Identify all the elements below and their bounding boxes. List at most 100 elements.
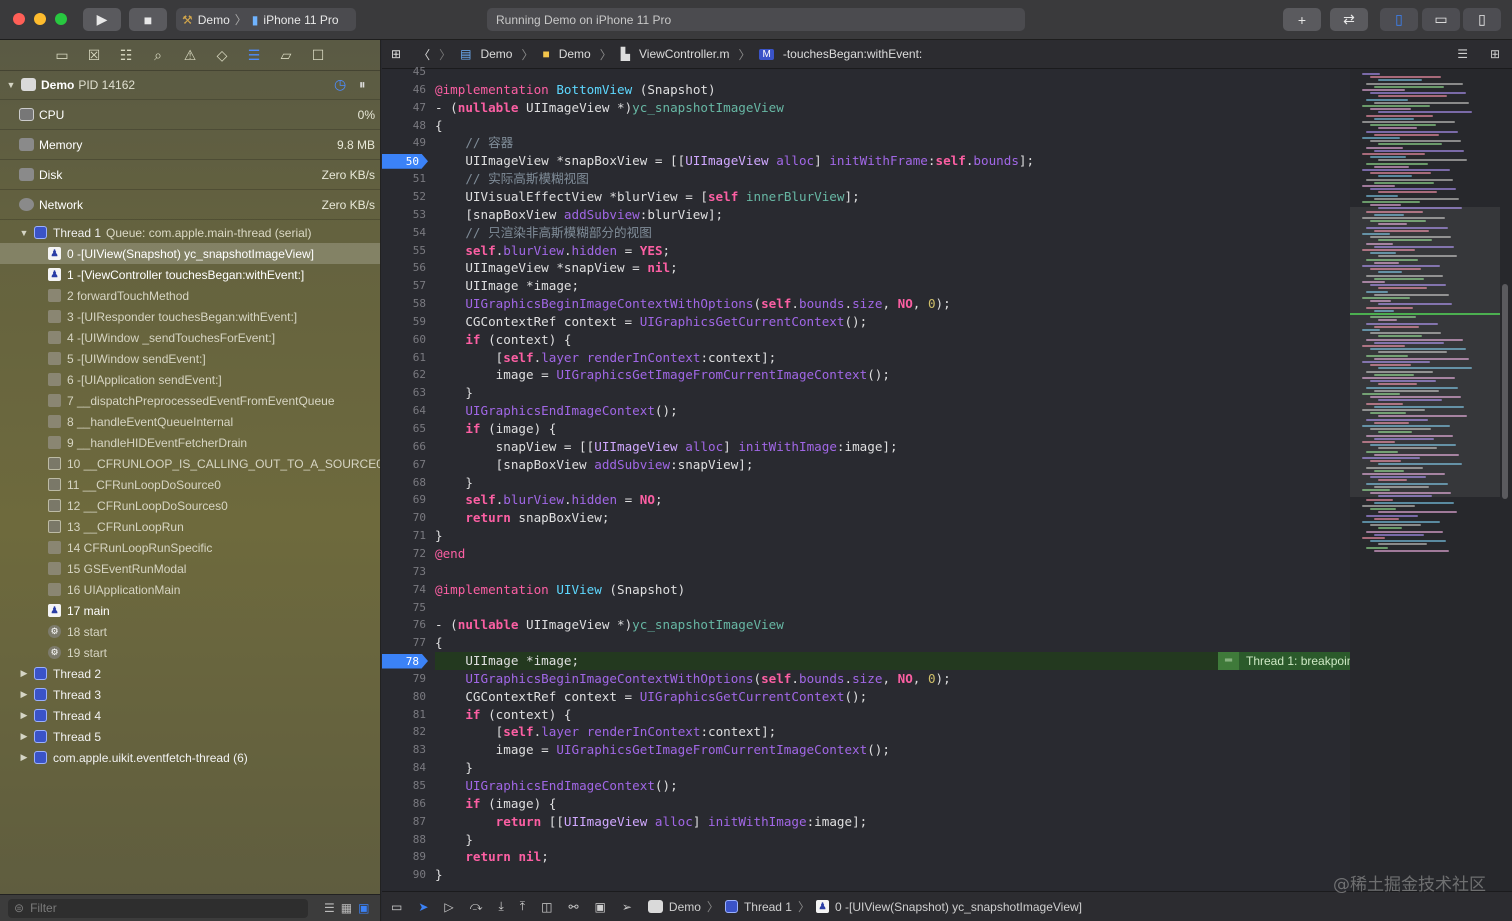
test-diamond-icon[interactable]: ◇ <box>214 47 231 64</box>
stack-frame-row[interactable]: 2 forwardTouchMethod <box>0 285 380 306</box>
memory-graph-icon[interactable]: ⚯ <box>568 900 578 914</box>
disclosure-down-icon[interactable]: ▼ <box>6 80 16 90</box>
code-line[interactable]: } <box>435 759 473 777</box>
code-line[interactable]: UIGraphicsEndImageContext(); <box>435 402 677 420</box>
scheme-device-label[interactable]: iPhone 11 Pro <box>263 13 338 27</box>
thread-row[interactable]: ▶ Thread 2 <box>0 663 380 684</box>
symbol-navigator-icon[interactable]: ☷ <box>118 47 135 64</box>
code-line[interactable]: UIImage *image; <box>435 652 579 670</box>
continue-icon[interactable]: ▷ <box>444 900 453 914</box>
stack-frame-row[interactable]: 10 __CFRUNLOOP_IS_CALLING_OUT_TO_A_SOURC… <box>0 453 380 474</box>
environment-overrides-icon[interactable]: ▣ <box>595 900 606 914</box>
stack-frame-row[interactable]: 4 -[UIWindow _sendTouchesForEvent:] <box>0 327 380 348</box>
disk-gauge-row[interactable]: Disk Zero KB/s <box>0 160 380 190</box>
memory-gauge-row[interactable]: Memory 9.8 MB <box>0 130 380 160</box>
step-out-icon[interactable]: ⤒ <box>520 899 525 914</box>
zoom-window-button[interactable] <box>55 13 67 25</box>
folder-icon[interactable]: ▭ <box>54 47 71 64</box>
breakpoint-navigator-icon[interactable]: ▱ <box>278 47 295 64</box>
source-control-icon[interactable]: ☒ <box>86 47 103 64</box>
debug-crumb-thread[interactable]: Thread 1 <box>744 900 792 914</box>
disclosure-right-icon[interactable]: ▶ <box>19 752 29 763</box>
report-navigator-icon[interactable]: ☐ <box>310 47 327 64</box>
list-options-icon[interactable]: ☰ <box>324 901 335 915</box>
stack-frame-row[interactable]: 11 __CFRunLoopDoSource0 <box>0 474 380 495</box>
code-area[interactable]: @implementation BottomView (Snapshot) - (… <box>435 69 1350 891</box>
code-line[interactable]: - (nullable UIImageView *)yc_snapshotIma… <box>435 616 784 634</box>
stack-frame-row[interactable]: ♟ 0 -[UIView(Snapshot) yc_snapshotImageVi… <box>0 243 380 264</box>
breakpoints-active-icon[interactable]: ➤ <box>418 900 428 914</box>
grid-options-icon[interactable]: ▦ <box>341 901 352 915</box>
vertical-scrollbar[interactable] <box>1502 284 1508 499</box>
code-line[interactable]: // 容器 <box>435 134 513 152</box>
thread-row[interactable]: ▶ Thread 3 <box>0 684 380 705</box>
forward-arrow-icon[interactable]: 〉 <box>439 46 451 63</box>
hide-debug-area-icon[interactable]: ▭ <box>391 900 402 914</box>
disclosure-right-icon[interactable]: ▶ <box>19 710 29 721</box>
code-line[interactable]: image = UIGraphicsGetImageFromCurrentIma… <box>435 366 890 384</box>
stop-button[interactable]: ■ <box>129 8 167 31</box>
focus-options-icon[interactable]: ▣ <box>358 901 369 915</box>
stack-frame-row[interactable]: ⚙ 19 start <box>0 642 380 663</box>
code-line[interactable]: UIImage *image; <box>435 277 579 295</box>
thread-1-row[interactable]: ▼ Thread 1 Queue: com.apple.main-thread … <box>0 222 380 243</box>
code-line[interactable]: [self.layer renderInContext:context]; <box>435 723 777 741</box>
code-line[interactable]: if (context) { <box>435 706 571 724</box>
disclosure-right-icon[interactable]: ▶ <box>19 731 29 742</box>
disclosure-right-icon[interactable]: ▶ <box>19 689 29 700</box>
breakpoint-marker[interactable]: 50 <box>382 153 428 169</box>
compass-icon[interactable]: ◷ <box>334 76 346 93</box>
code-line[interactable]: } <box>435 474 473 492</box>
stack-frame-row[interactable]: 15 GSEventRunModal <box>0 558 380 579</box>
code-line[interactable]: } <box>435 527 443 545</box>
code-line[interactable]: snapView = [[UIImageView alloc] initWith… <box>435 438 898 456</box>
code-line[interactable]: // 只渲染非高斯模糊部分的视图 <box>435 224 651 242</box>
stack-frame-row[interactable]: 8 __handleEventQueueInternal <box>0 411 380 432</box>
stack-frame-row[interactable]: 6 -[UIApplication sendEvent:] <box>0 369 380 390</box>
process-row[interactable]: ▼ Demo PID 14162 ◷ ⏸ <box>0 70 380 100</box>
code-line[interactable]: } <box>435 831 473 849</box>
stack-frame-row[interactable]: ♟ 17 main <box>0 600 380 621</box>
minimap[interactable] <box>1350 69 1512 891</box>
debug-navigator-icon[interactable]: ☰ <box>246 47 263 64</box>
code-line[interactable]: // 实际高斯模糊视图 <box>435 170 589 188</box>
thread-row[interactable]: ▶ Thread 4 <box>0 705 380 726</box>
code-line[interactable]: UIGraphicsBeginImageContextWithOptions(s… <box>435 670 950 688</box>
back-arrow-icon[interactable]: 〈 <box>418 46 430 63</box>
code-line[interactable]: if (image) { <box>435 420 556 438</box>
toggle-inspector-button[interactable]: ▯ <box>1463 8 1501 31</box>
breakpoint-annotation[interactable]: ═ Thread 1: breakpoint 2.1 <box>1218 652 1350 671</box>
step-over-icon[interactable]: ⤼ <box>470 899 483 914</box>
code-line[interactable]: CGContextRef context = UIGraphicsGetCurr… <box>435 688 867 706</box>
code-line[interactable]: return snapBoxView; <box>435 509 609 527</box>
stack-frame-row[interactable]: 7 __dispatchPreprocessedEventFromEventQu… <box>0 390 380 411</box>
pause-icon[interactable]: ⏸ <box>359 77 366 93</box>
code-line[interactable]: self.blurView.hidden = NO; <box>435 491 662 509</box>
line-number-gutter[interactable]: 45 46 47 48 49 50 51 52 53 54 55 56 57 58 59 60 61 62 63 64… <box>382 65 434 891</box>
code-line[interactable]: @implementation BottomView (Snapshot) <box>435 81 716 99</box>
code-line[interactable]: image = UIGraphicsGetImageFromCurrentIma… <box>435 741 890 759</box>
stack-frame-row[interactable]: 13 __CFRunLoopRun <box>0 516 380 537</box>
minimap-visible-region[interactable] <box>1350 207 1500 497</box>
step-into-icon[interactable]: ⤓ <box>498 899 503 914</box>
minimize-window-button[interactable] <box>34 13 46 25</box>
crumb-project[interactable]: Demo <box>480 47 512 61</box>
code-line[interactable]: - (nullable UIImageView *)yc_snapshotIma… <box>435 99 784 117</box>
code-line[interactable]: [snapBoxView addSubview:blurView]; <box>435 206 723 224</box>
simulate-location-icon[interactable]: ➢ <box>622 900 632 914</box>
code-line[interactable]: self.blurView.hidden = YES; <box>435 242 670 260</box>
warning-icon[interactable]: ⚠ <box>182 47 199 64</box>
disclosure-right-icon[interactable]: ▶ <box>19 668 29 679</box>
add-editor-icon[interactable]: ⊞ <box>1490 47 1500 61</box>
stack-frame-row[interactable]: 9 __handleHIDEventFetcherDrain <box>0 432 380 453</box>
debug-crumb-frame[interactable]: 0 -[UIView(Snapshot) yc_snapshotImageVie… <box>835 900 1082 914</box>
code-line[interactable]: UIImageView *snapBoxView = [[UIImageView… <box>435 152 1034 170</box>
stack-frame-row[interactable]: 5 -[UIWindow sendEvent:] <box>0 348 380 369</box>
thread-row[interactable]: ▶ Thread 5 <box>0 726 380 747</box>
code-line[interactable]: [snapBoxView addSubview:snapView]; <box>435 456 754 474</box>
code-line[interactable]: CGContextRef context = UIGraphicsGetCurr… <box>435 313 867 331</box>
crumb-method[interactable]: -touchesBegan:withEvent: <box>783 47 922 61</box>
code-review-button[interactable]: ⇄ <box>1330 8 1368 31</box>
code-line[interactable]: } <box>435 866 443 884</box>
code-line[interactable]: if (image) { <box>435 795 556 813</box>
